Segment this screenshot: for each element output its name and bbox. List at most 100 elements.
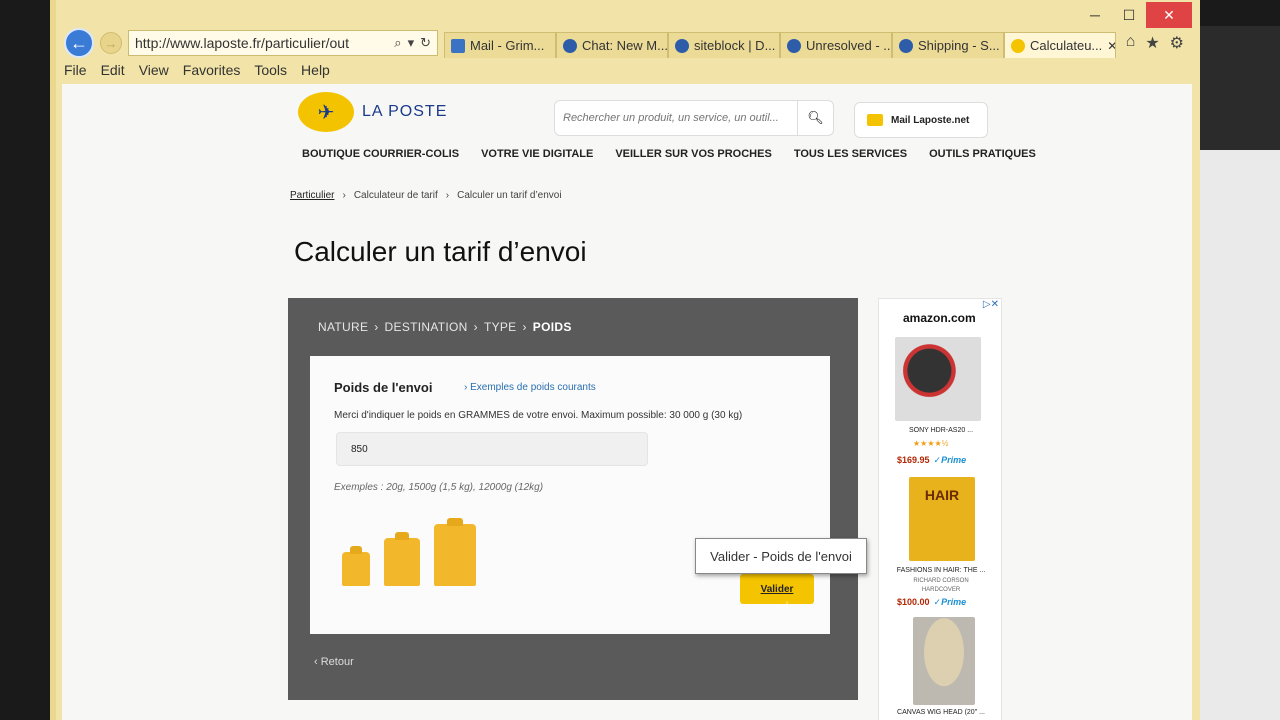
site-search: 🔍︎ [554,100,834,136]
step-destination[interactable]: DESTINATION [385,320,468,334]
logo-text: LA POSTE [362,103,448,120]
tab-shipping[interactable]: Shipping - S... [892,32,1004,58]
search-input[interactable] [555,112,797,124]
maximize-button[interactable]: ☐ [1112,2,1146,28]
forward-button[interactable]: → [100,32,122,54]
mail-button-label: Mail Laposte.net [891,114,970,126]
chevron-right-icon: › [342,190,346,201]
site-icon [563,38,577,53]
back-link-label: Retour [320,656,354,668]
close-button[interactable]: ✕ [1146,2,1192,28]
chevron-right-icon: › [374,320,379,334]
step-nature[interactable]: NATURE [318,320,368,334]
tab-unresolved[interactable]: Unresolved - ... [780,32,892,58]
laposte-logo[interactable]: ✈ LA POSTE [298,92,447,132]
search-button[interactable]: 🔍︎ [797,101,833,135]
tab-chat[interactable]: Chat: New M... [556,32,668,58]
amazon-logo: amazon.com [903,311,976,325]
ad-item-price: $100.00 ✓Prime [897,597,966,608]
menu-help[interactable]: Help [301,62,330,84]
background-window-header [1200,26,1280,150]
ad-price-value: $169.95 [897,455,930,465]
address-url[interactable]: http://www.laposte.fr/particulier/out [135,35,388,51]
page-title: Calculer un tarif d’envoi [294,236,587,267]
tab-label: Unresolved - ... [806,38,892,53]
site-icon [787,38,801,53]
ad-item-name[interactable]: SONY HDR-AS20 ... [883,427,999,434]
weight-hint: Merci d'indiquer le poids en GRAMMES de … [334,410,743,421]
valider-tooltip: Valider - Poids de l'envoi [695,538,867,574]
breadcrumb: Particulier › Calculateur de tarif › Cal… [290,190,562,201]
tab-label: Chat: New M... [582,38,668,53]
minimize-button[interactable]: ─ [1078,2,1112,28]
toolbar-icons: ⌂ ★ ⚙ [1126,33,1194,53]
search-icon[interactable]: ⌕ [394,35,401,51]
nav-veiller[interactable]: VEILLER SUR VOS PROCHES [615,148,771,160]
breadcrumb-calculateur[interactable]: Calculateur de tarif [354,190,438,201]
weight-card: Poids de l'envoi › Exemples de poids cou… [310,356,830,634]
refresh-icon[interactable]: ↻ [420,35,431,51]
search-icon: 🔍︎ [807,110,824,125]
ad-close-icon[interactable]: ▷✕ [983,299,999,310]
chevron-right-icon: › [473,320,478,334]
nav-outils[interactable]: OUTILS PRATIQUES [929,148,1036,160]
prime-badge: ✓Prime [933,455,967,465]
tab-label: Mail - Grim... [470,38,545,53]
browser-window: ─ ☐ ✕ ← → http://www.laposte.fr/particul… [50,0,1200,720]
close-tab-icon[interactable]: ✕ [1107,39,1115,53]
home-icon[interactable]: ⌂ [1126,33,1136,53]
step-indicator: NATURE › DESTINATION › TYPE › POIDS [318,320,572,334]
menu-tools[interactable]: Tools [254,62,287,84]
tab-mail[interactable]: Mail - Grim... [444,32,556,58]
menu-favorites[interactable]: Favorites [183,62,241,84]
ad-item-author: RICHARD CORSON [913,578,969,584]
ad-item-name[interactable]: FASHIONS IN HAIR: THE ... [883,567,999,574]
star-icon[interactable]: ★ [1145,33,1159,53]
ad-item-price: $169.95 ✓Prime [897,455,966,466]
chevron-right-icon: › [445,190,450,201]
tab-label: Calculateu... [1030,38,1103,53]
breadcrumb-particulier[interactable]: Particulier [290,190,334,201]
nav-boutique[interactable]: BOUTIQUE COURRIER-COLIS [302,148,459,160]
back-button[interactable]: ← [64,28,94,58]
mail-icon [451,38,465,53]
background-window [1200,26,1280,720]
tab-strip: Mail - Grim... Chat: New M... siteblock … [444,28,1116,58]
chevron-right-icon: › [522,320,527,334]
weight-large-icon [434,518,476,586]
menu-edit[interactable]: Edit [101,62,125,84]
ad-item-name[interactable]: CANVAS WIG HEAD (20" ... [883,709,999,716]
amazon-ad: ▷✕ amazon.com SONY HDR-AS20 ... ★★★★½ $1… [878,298,1002,720]
nav-services[interactable]: TOUS LES SERVICES [794,148,907,160]
menu-view[interactable]: View [139,62,169,84]
section-title: Poids de l'envoi [334,380,433,395]
laposte-bird-icon: ✈ [298,92,354,132]
tab-siteblock[interactable]: siteblock | D... [668,32,780,58]
site-icon [899,38,913,53]
page-content: ✈ LA POSTE 🔍︎ Mail Laposte.net BOUTIQUE … [62,84,1192,720]
valider-button[interactable]: Valider [740,574,814,604]
menu-bar: File Edit View Favorites Tools Help [64,62,330,84]
tab-label: Shipping - S... [918,38,1000,53]
navigation-row: ← → http://www.laposte.fr/particulier/ou… [64,26,1194,60]
camera-product-image[interactable] [895,337,981,421]
weight-input[interactable] [336,432,648,466]
back-link[interactable]: ‹ Retour [314,656,354,668]
laposte-icon [1011,38,1025,53]
main-nav: BOUTIQUE COURRIER-COLIS VOTRE VIE DIGITA… [302,148,1036,160]
step-type[interactable]: TYPE [484,320,517,334]
mail-laposte-button[interactable]: Mail Laposte.net [854,102,988,138]
wig-head-product-image[interactable] [913,617,975,705]
gear-icon[interactable]: ⚙ [1170,33,1184,53]
dropdown-icon[interactable]: ▾ [408,35,415,51]
tab-calculateur[interactable]: Calculateu... ✕ [1004,32,1116,58]
calculator-panel: NATURE › DESTINATION › TYPE › POIDS Poids d… [288,298,858,700]
menu-file[interactable]: File [64,62,87,84]
weight-small-icon [342,546,370,586]
weight-examples: Exemples : 20g, 1500g (1,5 kg), 12000g (… [334,482,544,493]
book-product-image[interactable]: HAIR [909,477,975,561]
nav-vie-digitale[interactable]: VOTRE VIE DIGITALE [481,148,593,160]
ad-item-format: HARDCOVER [921,587,961,593]
examples-link[interactable]: › Exemples de poids courants [464,382,596,393]
address-bar[interactable]: http://www.laposte.fr/particulier/out ⌕ … [128,30,438,56]
